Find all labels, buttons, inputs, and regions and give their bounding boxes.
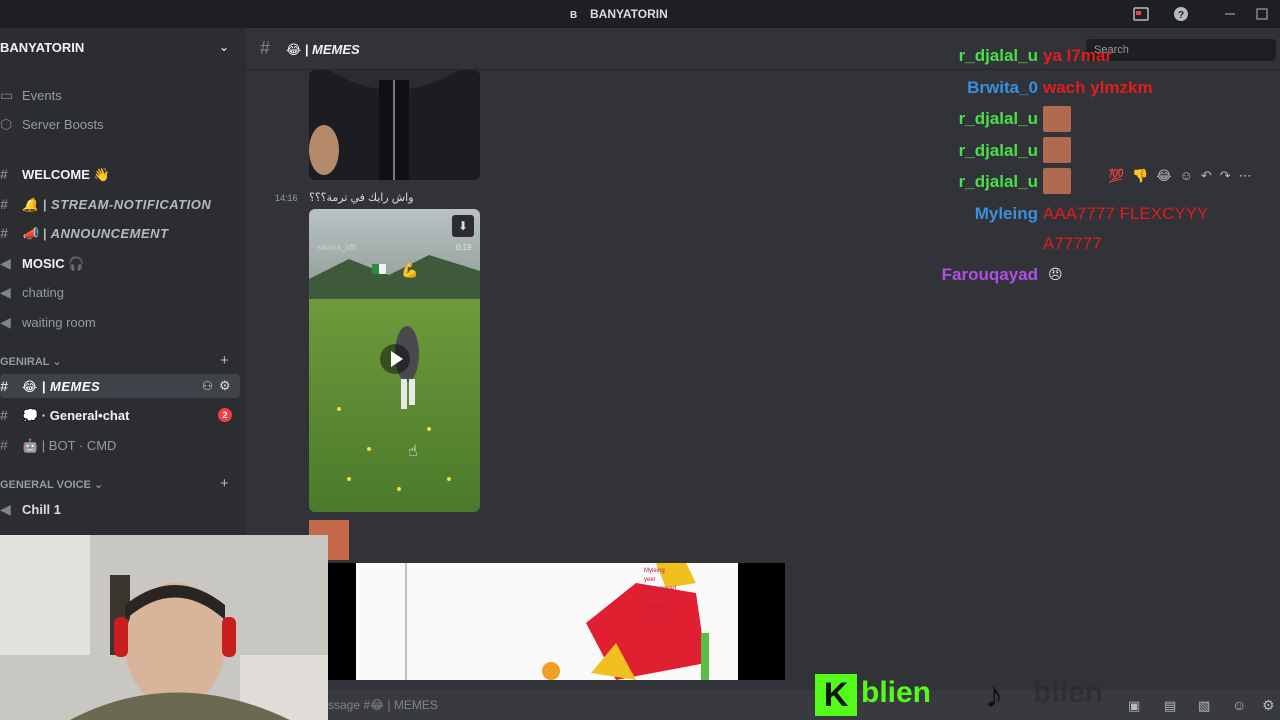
hash-icon: # bbox=[260, 38, 271, 58]
chat-username: r_djalal_u bbox=[958, 46, 1038, 65]
message-hover-toolbar: 💯👎😂☺↶↷⋯ bbox=[1108, 168, 1272, 192]
kick-handle: blien bbox=[861, 676, 932, 709]
invite-icon[interactable]: ⚇ bbox=[202, 374, 213, 398]
boost-icon: ⬡ bbox=[0, 116, 13, 132]
sidebar-item-server-boosts[interactable]: ⬡ Server Boosts bbox=[0, 112, 240, 136]
chat-message: A77777 bbox=[1043, 234, 1102, 253]
forward-icon[interactable]: ↷ bbox=[1220, 168, 1239, 183]
window-title: B BANYATORIN bbox=[570, 7, 668, 21]
chat-message: ya l7mar bbox=[1043, 46, 1112, 65]
emoji-100-icon[interactable]: 💯 bbox=[1108, 168, 1132, 183]
laugh-icon[interactable]: 😂 bbox=[1156, 168, 1179, 183]
chat-message: 😠 bbox=[1048, 266, 1063, 282]
game-area: Myleing yeer Farouqayad samira1286 r_dja… bbox=[356, 563, 738, 680]
mouse-cursor-icon: ☝ bbox=[408, 443, 418, 460]
channel-bot-cmd[interactable]: # 🤖 | BOT · CMD bbox=[0, 433, 240, 457]
chat-emote bbox=[1043, 168, 1071, 194]
inbox-icon[interactable] bbox=[1133, 6, 1149, 22]
chat-message: AAA7777 FLEXCYYY bbox=[1043, 204, 1209, 223]
channel-title: 😂 | MEMES bbox=[286, 42, 360, 57]
hash-icon: # bbox=[0, 166, 8, 182]
gear-icon[interactable]: ⚙ bbox=[219, 374, 231, 398]
chat-emote bbox=[1043, 137, 1071, 163]
message-input-bar[interactable]: ssage #😂 | MEMES ▣ ▤ ▧ ☺ ⚙ bbox=[328, 690, 1280, 720]
channel-mosic[interactable]: ◀ MOSIC 🎧 bbox=[0, 251, 240, 275]
hash-icon: # bbox=[0, 378, 9, 394]
channel-welcome[interactable]: # WELCOME 👋 bbox=[0, 162, 240, 186]
channel-general-chat[interactable]: # 💭 · General•chat 2 bbox=[0, 403, 240, 427]
title-bar: B BANYATORIN ? bbox=[0, 0, 1280, 28]
webcam-feed bbox=[0, 535, 328, 720]
add-reaction-icon[interactable]: ☺ bbox=[1180, 168, 1201, 183]
channel-chill-1[interactable]: ◀ Chill 1 bbox=[0, 497, 240, 521]
channel-stream-notification[interactable]: # 🔔 | STREAM-NOTIFICATION bbox=[0, 192, 240, 216]
hash-icon: # bbox=[0, 407, 8, 423]
video-duration: 0:19 bbox=[456, 243, 472, 252]
game-capture: Myleing yeer Farouqayad samira1286 r_dja… bbox=[328, 563, 785, 680]
chevron-down-icon[interactable]: ⌄ bbox=[219, 40, 229, 54]
sidebar-item-events[interactable]: ▭ Events bbox=[0, 83, 240, 107]
maximize-icon[interactable] bbox=[1254, 6, 1270, 22]
chat-username: r_djalal_u bbox=[958, 172, 1038, 191]
thumbs-down-icon[interactable]: 👎 bbox=[1132, 168, 1156, 183]
server-badge: B bbox=[570, 10, 578, 21]
channel-chating[interactable]: ◀ chating bbox=[0, 280, 240, 304]
chat-emote bbox=[1043, 106, 1071, 132]
video-watermark: samira_offi bbox=[317, 243, 356, 252]
chat-username: Myleing bbox=[974, 204, 1038, 223]
download-icon[interactable]: ⬇ bbox=[452, 215, 474, 237]
chat-username: Farouqayad bbox=[941, 265, 1038, 284]
sticker-icon[interactable]: ▧ bbox=[1198, 698, 1210, 714]
hash-icon: # bbox=[0, 437, 8, 453]
chat-username: r_djalal_u bbox=[958, 141, 1038, 160]
image-attachment[interactable] bbox=[309, 70, 480, 180]
speaker-icon: ◀ bbox=[0, 284, 11, 300]
tiktok-handle: blien bbox=[1033, 676, 1104, 709]
chevron-down-icon: ⌄ bbox=[52, 356, 62, 368]
channel-waiting-room[interactable]: ◀ waiting room bbox=[0, 310, 240, 334]
add-channel-icon[interactable]: + bbox=[220, 352, 229, 369]
message-input[interactable]: ssage #😂 | MEMES bbox=[328, 698, 438, 712]
chat-message: wach ylmzkm bbox=[1043, 78, 1153, 97]
game-player-names: Myleing yeer Farouqayad samira1286 r_dja… bbox=[644, 568, 677, 619]
add-channel-icon[interactable]: + bbox=[220, 475, 229, 492]
video-attachment[interactable]: 💪 samira_offi 0:19 ⬇ bbox=[309, 209, 480, 512]
kick-logo-icon: K bbox=[815, 674, 857, 716]
category-genrial[interactable]: GENIRAL ⌄ + bbox=[0, 352, 229, 369]
tiktok-logo-icon: ♪ bbox=[985, 674, 1003, 715]
minimize-icon[interactable] bbox=[1222, 6, 1238, 22]
gif-icon[interactable]: ▤ bbox=[1164, 698, 1176, 714]
mention-badge: 2 bbox=[218, 408, 232, 422]
category-general-voice[interactable]: GENERAL VOICE ⌄ + bbox=[0, 475, 229, 492]
svg-text:💪: 💪 bbox=[401, 262, 418, 279]
speaker-icon: ◀ bbox=[0, 255, 11, 271]
emoji-icon[interactable]: ☺ bbox=[1232, 697, 1246, 713]
chevron-down-icon: ⌄ bbox=[93, 479, 104, 491]
svg-text:?: ? bbox=[1178, 10, 1184, 21]
reply-icon[interactable]: ↶ bbox=[1201, 168, 1220, 183]
more-icon[interactable]: ⋯ bbox=[1239, 168, 1260, 183]
server-header[interactable]: BANYATORIN ⌄ bbox=[0, 40, 246, 60]
channel-announcement[interactable]: # 📣 | ANNOUNCEMENT bbox=[0, 221, 240, 245]
gift-icon[interactable]: ▣ bbox=[1128, 698, 1140, 714]
channel-memes[interactable]: # 😂 | MEMES ⚇ ⚙ bbox=[0, 374, 240, 398]
speaker-icon: ◀ bbox=[0, 314, 11, 330]
hash-icon: # bbox=[0, 196, 9, 212]
apps-icon[interactable]: ⚙ bbox=[1262, 697, 1275, 714]
calendar-icon: ▭ bbox=[0, 87, 14, 103]
chat-username: r_djalal_u bbox=[958, 109, 1038, 128]
message-text: واش رايك في ترمة؟؟؟ bbox=[309, 192, 414, 204]
message-timestamp: 14:16 bbox=[275, 193, 298, 203]
speaker-icon: ◀ bbox=[0, 501, 11, 517]
chat-username: Brwita_0 bbox=[967, 78, 1038, 97]
hash-icon: # bbox=[0, 225, 9, 241]
help-icon[interactable]: ? bbox=[1173, 6, 1189, 22]
